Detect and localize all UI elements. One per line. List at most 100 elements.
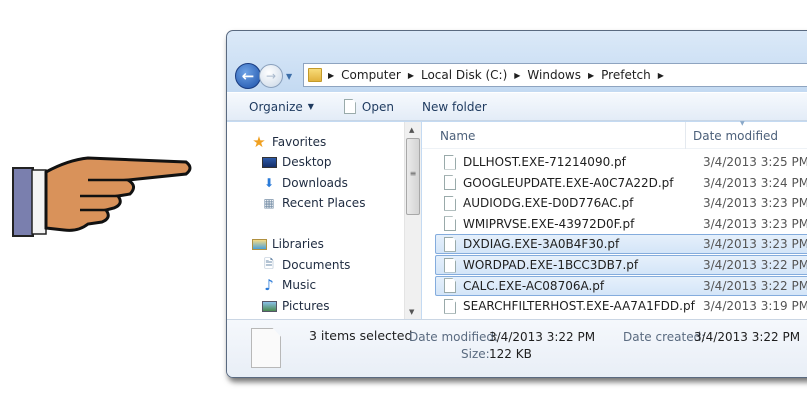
file-icon	[444, 175, 456, 191]
breadcrumb-prefetch[interactable]: Prefetch	[601, 68, 651, 82]
nav-label: Desktop	[282, 155, 332, 169]
libraries-icon	[251, 237, 267, 251]
file-icon	[444, 216, 456, 232]
scroll-up-icon[interactable]: ▲	[409, 126, 414, 134]
file-row[interactable]: DXDIAG.EXE-3A0B4F30.pf 3/4/2013 3:23 PM	[435, 234, 807, 255]
star-icon: ★	[252, 133, 266, 151]
forward-button[interactable]: →	[259, 64, 283, 88]
nav-libraries[interactable]: Libraries	[251, 237, 324, 251]
recent-places-icon: ▦	[263, 196, 275, 210]
file-date: 3/4/2013 3:23 PM	[703, 216, 807, 231]
details-pane: 3 items selected Date modified: 3/4/2013…	[227, 319, 807, 377]
column-divider[interactable]	[685, 122, 686, 149]
file-row[interactable]: SEARCHFILTERHOST.EXE-AA7A1FDD.pf 3/4/2013…	[435, 296, 807, 316]
size-label: Size:	[461, 347, 490, 361]
nav-label: Pictures	[282, 299, 330, 313]
file-name: SEARCHFILTERHOST.EXE-AA7A1FDD.pf	[463, 299, 695, 314]
nav-pictures[interactable]: Pictures	[261, 299, 330, 313]
organize-label: Organize	[249, 99, 303, 114]
nav-scrollbar[interactable]: ▲ ≡ ▼	[404, 122, 421, 319]
recent-pages-dropdown[interactable]: ▼	[286, 72, 292, 81]
file-icon	[444, 195, 456, 211]
nav-favorites[interactable]: ★ Favorites	[251, 133, 327, 151]
document-icon	[343, 99, 356, 114]
file-name: DLLHOST.EXE-71214090.pf	[463, 155, 626, 169]
column-headers: Name Date modified ▼	[422, 120, 807, 149]
file-date: 3/4/2013 3:19 PM	[703, 299, 807, 314]
chevron-right-icon[interactable]: ▶	[588, 71, 594, 80]
explorer-window: ← → ▼ ▶ Computer ▶ Local Disk (C:) ▶ Windo…	[226, 30, 807, 378]
file-name: GOOGLEUPDATE.EXE-A0C7A22D.pf	[463, 175, 674, 190]
breadcrumb-local-disk[interactable]: Local Disk (C:)	[421, 68, 507, 82]
address-bar[interactable]: ▶ Computer ▶ Local Disk (C:) ▶ Windows ▶ Pr…	[303, 63, 807, 87]
file-row[interactable]: CALC.EXE-AC08706A.pf 3/4/2013 3:22 PM	[435, 275, 807, 296]
modified-label: Date modified:	[409, 330, 499, 344]
organize-button[interactable]: Organize ▼	[249, 100, 314, 114]
file-row[interactable]: DLLHOST.EXE-71214090.pf 3/4/2013 3:25 PM	[435, 152, 807, 172]
open-label: Open	[361, 99, 394, 114]
file-date: 3/4/2013 3:25 PM	[703, 155, 807, 169]
file-icon	[444, 236, 456, 252]
new-folder-button[interactable]: New folder	[422, 100, 487, 114]
back-button[interactable]: ←	[235, 63, 261, 89]
selection-count: 3 items selected	[309, 328, 413, 343]
chevron-right-icon[interactable]: ▶	[658, 71, 664, 80]
file-date: 3/4/2013 3:23 PM	[703, 237, 807, 252]
size-value: 122 KB	[489, 347, 532, 361]
nav-label: Downloads	[282, 176, 348, 190]
file-row[interactable]: GOOGLEUPDATE.EXE-A0C7A22D.pf 3/4/2013 3:2…	[435, 173, 807, 193]
nav-label: Documents	[282, 258, 351, 272]
file-date: 3/4/2013 3:22 PM	[703, 258, 807, 272]
nav-label: Recent Places	[282, 196, 366, 210]
nav-documents[interactable]: 🗎 Documents	[261, 256, 351, 273]
desktop-icon	[261, 155, 277, 169]
new-folder-label: New folder	[421, 99, 487, 114]
modified-value: 3/4/2013 3:22 PM	[489, 330, 596, 344]
nav-label: Favorites	[272, 135, 327, 149]
nav-desktop[interactable]: Desktop	[261, 155, 332, 169]
nav-recent-places[interactable]: ▦ Recent Places	[261, 196, 365, 210]
created-value: 3/4/2013 3:22 PM	[694, 330, 801, 344]
folder-icon	[308, 68, 322, 82]
chevron-right-icon[interactable]: ▶	[514, 71, 520, 80]
nav-music[interactable]: ♪ Music	[261, 276, 317, 294]
file-date: 3/4/2013 3:23 PM	[703, 196, 807, 211]
music-icon: ♪	[264, 276, 274, 294]
file-name: AUDIODG.EXE-D0D776AC.pf	[463, 196, 634, 211]
file-icon	[444, 278, 456, 294]
nav-label: Music	[282, 278, 317, 292]
scrollbar-thumb[interactable]: ≡	[406, 138, 420, 215]
file-icon	[444, 257, 456, 273]
file-thumbnail-icon	[251, 328, 281, 368]
navigation-buttons: ← → ▼	[235, 63, 292, 89]
scroll-down-icon[interactable]: ▼	[409, 308, 414, 316]
chevron-right-icon[interactable]: ▶	[328, 71, 334, 80]
column-name[interactable]: Name	[440, 129, 475, 143]
nav-label: Libraries	[272, 237, 324, 251]
documents-icon: 🗎	[264, 256, 274, 271]
open-button[interactable]: Open	[343, 99, 394, 114]
file-date: 3/4/2013 3:24 PM	[703, 175, 807, 190]
file-date: 3/4/2013 3:22 PM	[703, 278, 807, 293]
pictures-icon	[261, 299, 277, 313]
file-name: DXDIAG.EXE-3A0B4F30.pf	[463, 237, 620, 252]
column-date-modified[interactable]: Date modified	[693, 129, 778, 143]
file-icon	[444, 298, 456, 314]
downloads-icon: ⬇	[263, 176, 275, 190]
file-row[interactable]: AUDIODG.EXE-D0D776AC.pf 3/4/2013 3:23 PM	[435, 193, 807, 213]
file-icon	[444, 154, 456, 170]
nav-downloads[interactable]: ⬇ Downloads	[261, 176, 348, 190]
file-name: CALC.EXE-AC08706A.pf	[463, 278, 605, 293]
pointing-hand-icon	[12, 156, 192, 237]
chevron-down-icon: ▼	[307, 102, 314, 111]
command-bar: Organize ▼ Open New folder	[227, 92, 807, 121]
breadcrumb-windows[interactable]: Windows	[527, 68, 581, 82]
breadcrumb-computer[interactable]: Computer	[341, 68, 401, 82]
navigation-pane: ★ Favorites Desktop ⬇ Downloads ▦ Recent Pl…	[227, 122, 421, 319]
file-name: WMIPRVSE.EXE-43972D0F.pf	[463, 216, 635, 231]
sort-indicator-icon: ▼	[740, 120, 745, 127]
file-list: Name Date modified ▼ DLLHOST.EXE-7121409…	[422, 120, 807, 319]
chevron-right-icon[interactable]: ▶	[408, 71, 414, 80]
file-row[interactable]: WMIPRVSE.EXE-43972D0F.pf 3/4/2013 3:23 PM	[435, 214, 807, 234]
file-row[interactable]: WORDPAD.EXE-1BCC3DB7.pf 3/4/2013 3:22 PM	[435, 255, 807, 275]
